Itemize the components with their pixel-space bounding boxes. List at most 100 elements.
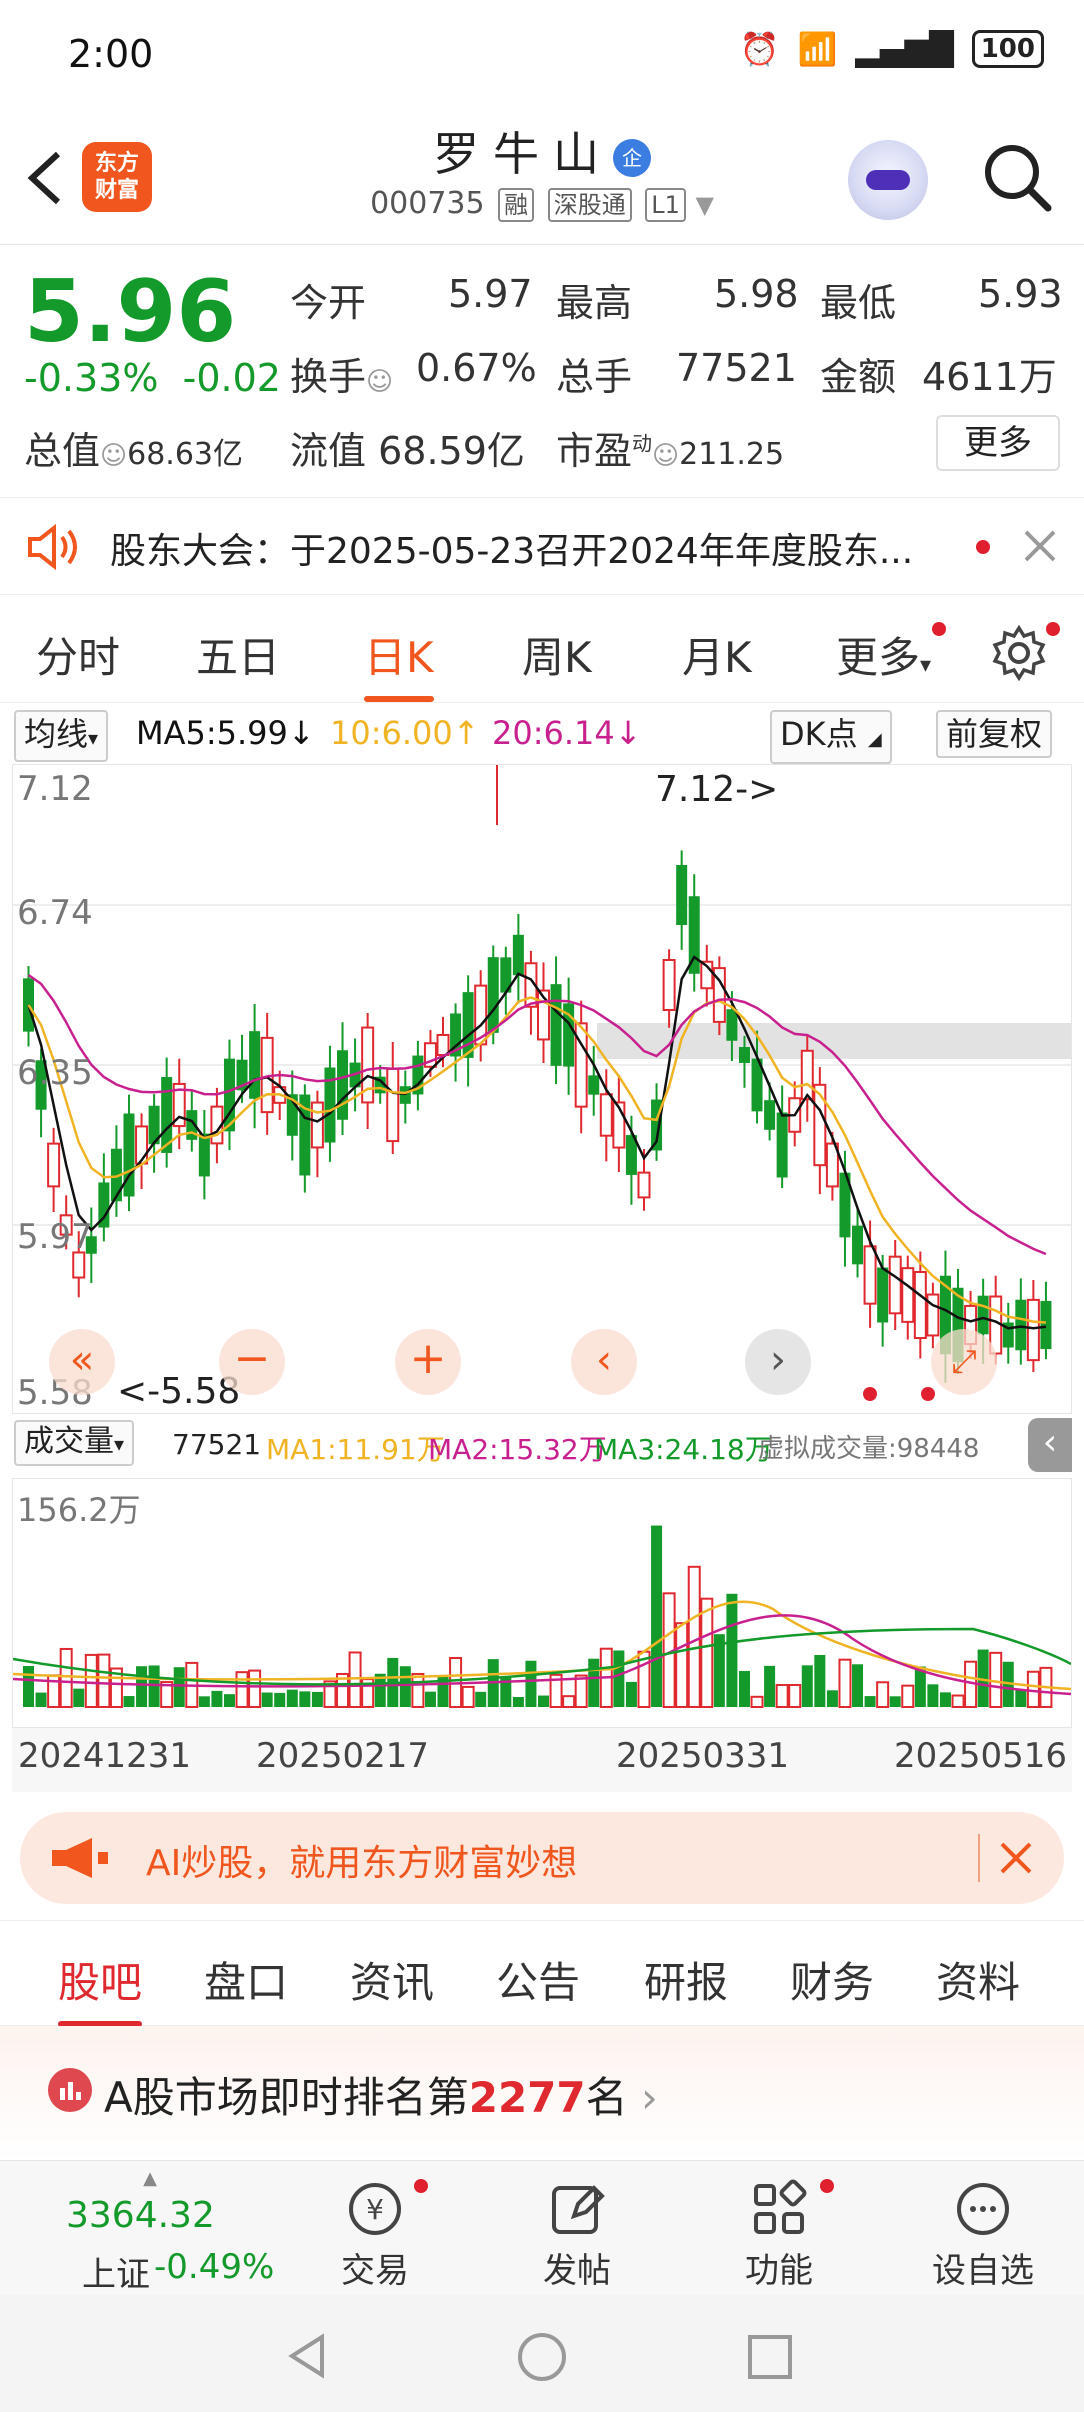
tab-five-day[interactable]: 五日 [196,624,280,685]
add-watchlist-button[interactable]: 设自选 [918,2175,1048,2292]
stock-code: 000735 [370,186,485,221]
divider [978,1834,980,1882]
status-bar: 2:00 ⏰ 📶 ▂▄▆█ 100 [0,0,1084,110]
tab-pankou[interactable]: 盘口 [204,1949,288,2010]
rank-chart-icon [48,2068,92,2112]
virtual-volume: 虚拟成交量:98448 [758,1434,980,1464]
volume-chart[interactable]: 156.2万 [12,1478,1072,1728]
volume-selector[interactable]: 成交量▾ [14,1420,135,1466]
function-button[interactable]: 功能 [714,2175,844,2292]
tab-research[interactable]: 研报 [644,1949,728,2010]
high-marker: 7.12-> [655,769,779,810]
open-label: 今开 [290,281,367,325]
fullscreen-icon[interactable]: ⤢ [931,1329,997,1395]
signal-dot-2 [921,1387,935,1401]
tag-level: L1 [645,188,686,222]
ma10-value: 10:6.00↑ [330,714,480,752]
turnover-label: 换手☺ [290,355,394,399]
tab-finance[interactable]: 财务 [790,1949,874,2010]
back-triangle-icon[interactable] [282,2331,332,2381]
tag-margin: 融 [498,188,535,222]
amount-value: 4611万 [922,355,1057,399]
date-label-4: 20250516 [894,1736,1068,1776]
content-tabs: 股吧 盘口 资讯 公告 研报 财务 资料 [0,1920,1084,2027]
candlestick-chart[interactable]: 7.12 6.74 6.35 5.97 5.58 7.12-> <-5.58 «… [12,764,1072,1414]
trade-button[interactable]: ¥ 交易 [310,2175,440,2292]
vol-ma3: MA3:24.18万 [594,1433,773,1466]
megaphone-icon [52,1838,108,1878]
tab-announcement[interactable]: 公告 [496,1949,580,2010]
candlestick-plot [13,765,1071,1383]
price-axis-label-2: 6.74 [17,893,93,933]
date-label-2: 20250217 [256,1736,430,1776]
battery-icon: 100 [971,30,1044,68]
index-value: 3364.32 [66,2195,215,2236]
scroll-right-button[interactable]: › [745,1329,811,1395]
search-icon[interactable] [980,140,1054,214]
tab-weekly-k[interactable]: 周K [522,624,592,685]
low-value: 5.93 [978,272,1063,316]
open-value: 5.97 [448,272,533,316]
volume-label: 总手 [556,355,633,399]
date-label-3: 20250331 [616,1736,790,1776]
svg-text:¥: ¥ [366,2193,384,2226]
price-axis-label-3: 6.35 [17,1053,93,1093]
ma-selector[interactable]: 均线▾ [14,710,109,762]
gear-icon[interactable] [990,624,1048,682]
market-rank-card[interactable]: A股市场即时排名第2277名 › [0,2026,1084,2161]
tab-intraday[interactable]: 分时 [36,624,120,685]
close-icon[interactable] [998,1840,1034,1876]
price-axis-label-top: 7.12 [17,769,93,809]
vol-ma1: MA1:11.91万 [266,1433,445,1466]
tab-daily-k[interactable]: 日K [364,624,434,702]
wifi-icon: 📶 [797,30,838,68]
scroll-start-button[interactable]: « [49,1329,115,1395]
post-button[interactable]: 发帖 [512,2175,642,2292]
promo-text: AI炒股，就用东方财富妙想 [146,1843,578,1884]
vol-ma2: MA2:15.32万 [428,1433,607,1466]
enterprise-badge: 企 [613,138,651,177]
more-circle-icon [957,2183,1009,2235]
tab-more[interactable]: 更多▾ [836,624,931,685]
system-navigation [0,2295,1084,2412]
market-cap-row: 总值☺68.63亿 [24,429,244,473]
tab-profile[interactable]: 资料 [936,1949,1020,2010]
dk-point-toggle[interactable]: DK点 ◢ [770,710,892,764]
bottom-toolbar: ▲ 3364.32 上证 -0.49% ¥ 交易 发帖 功能 设自选 [0,2160,1084,2295]
high-label: 最高 [556,281,633,325]
tab-news[interactable]: 资讯 [350,1949,434,2010]
ma-legend-bar: 均线▾ MA5:5.99↓ 10:6.00↑ 20:6.14↓ DK点 ◢ 前复… [0,706,1084,764]
ai-promo-banner[interactable]: AI炒股，就用东方财富妙想 [20,1812,1064,1904]
pe-row: 市盈动☺211.25 [556,429,785,473]
grid-icon [754,2179,807,2234]
more-dot [932,622,946,636]
volume-value: 77521 [172,1428,262,1461]
index-change: -0.49% [154,2247,275,2287]
zoom-in-button[interactable]: + [395,1329,461,1395]
home-circle-icon[interactable] [516,2331,568,2383]
volume-plot [12,1525,1072,1709]
gear-dot [1046,622,1060,636]
zoom-out-button[interactable]: − [219,1329,285,1395]
scroll-left-button[interactable]: ‹ [571,1329,637,1395]
index-quote[interactable]: ▲ 3364.32 上证 -0.49% [20,2170,280,2296]
chart-period-tabs: 分时 五日 日K 周K 月K 更多▾ [0,598,1084,703]
low-label: 最低 [820,281,897,325]
edit-icon [552,2185,605,2234]
more-quote-button[interactable]: 更多 [936,415,1060,471]
ai-robot-avatar[interactable] [848,140,928,220]
date-label-1: 20241231 [18,1736,192,1776]
collapse-panel-button[interactable]: ‹ [1028,1418,1072,1472]
tab-monthly-k[interactable]: 月K [682,624,752,685]
volume-legend-bar: 成交量▾ 77521 MA1:11.91万 MA2:15.32万 MA3:24.… [12,1414,1072,1478]
notice-bar[interactable]: 股东大会：于2025-05-23召开2024年年度股东... [0,497,1084,595]
tab-guba[interactable]: 股吧 [58,1949,143,2027]
volume-value: 77521 [676,346,797,390]
close-icon[interactable] [1022,528,1058,564]
price-change: -0.33% -0.02 [24,356,281,400]
recents-square-icon[interactable] [746,2333,794,2381]
notice-text: 股东大会：于2025-05-23召开2024年年度股东... [110,531,914,572]
alarm-icon: ⏰ [739,30,780,68]
adjustment-toggle[interactable]: 前复权 [936,710,1053,758]
high-value: 5.98 [714,272,799,316]
